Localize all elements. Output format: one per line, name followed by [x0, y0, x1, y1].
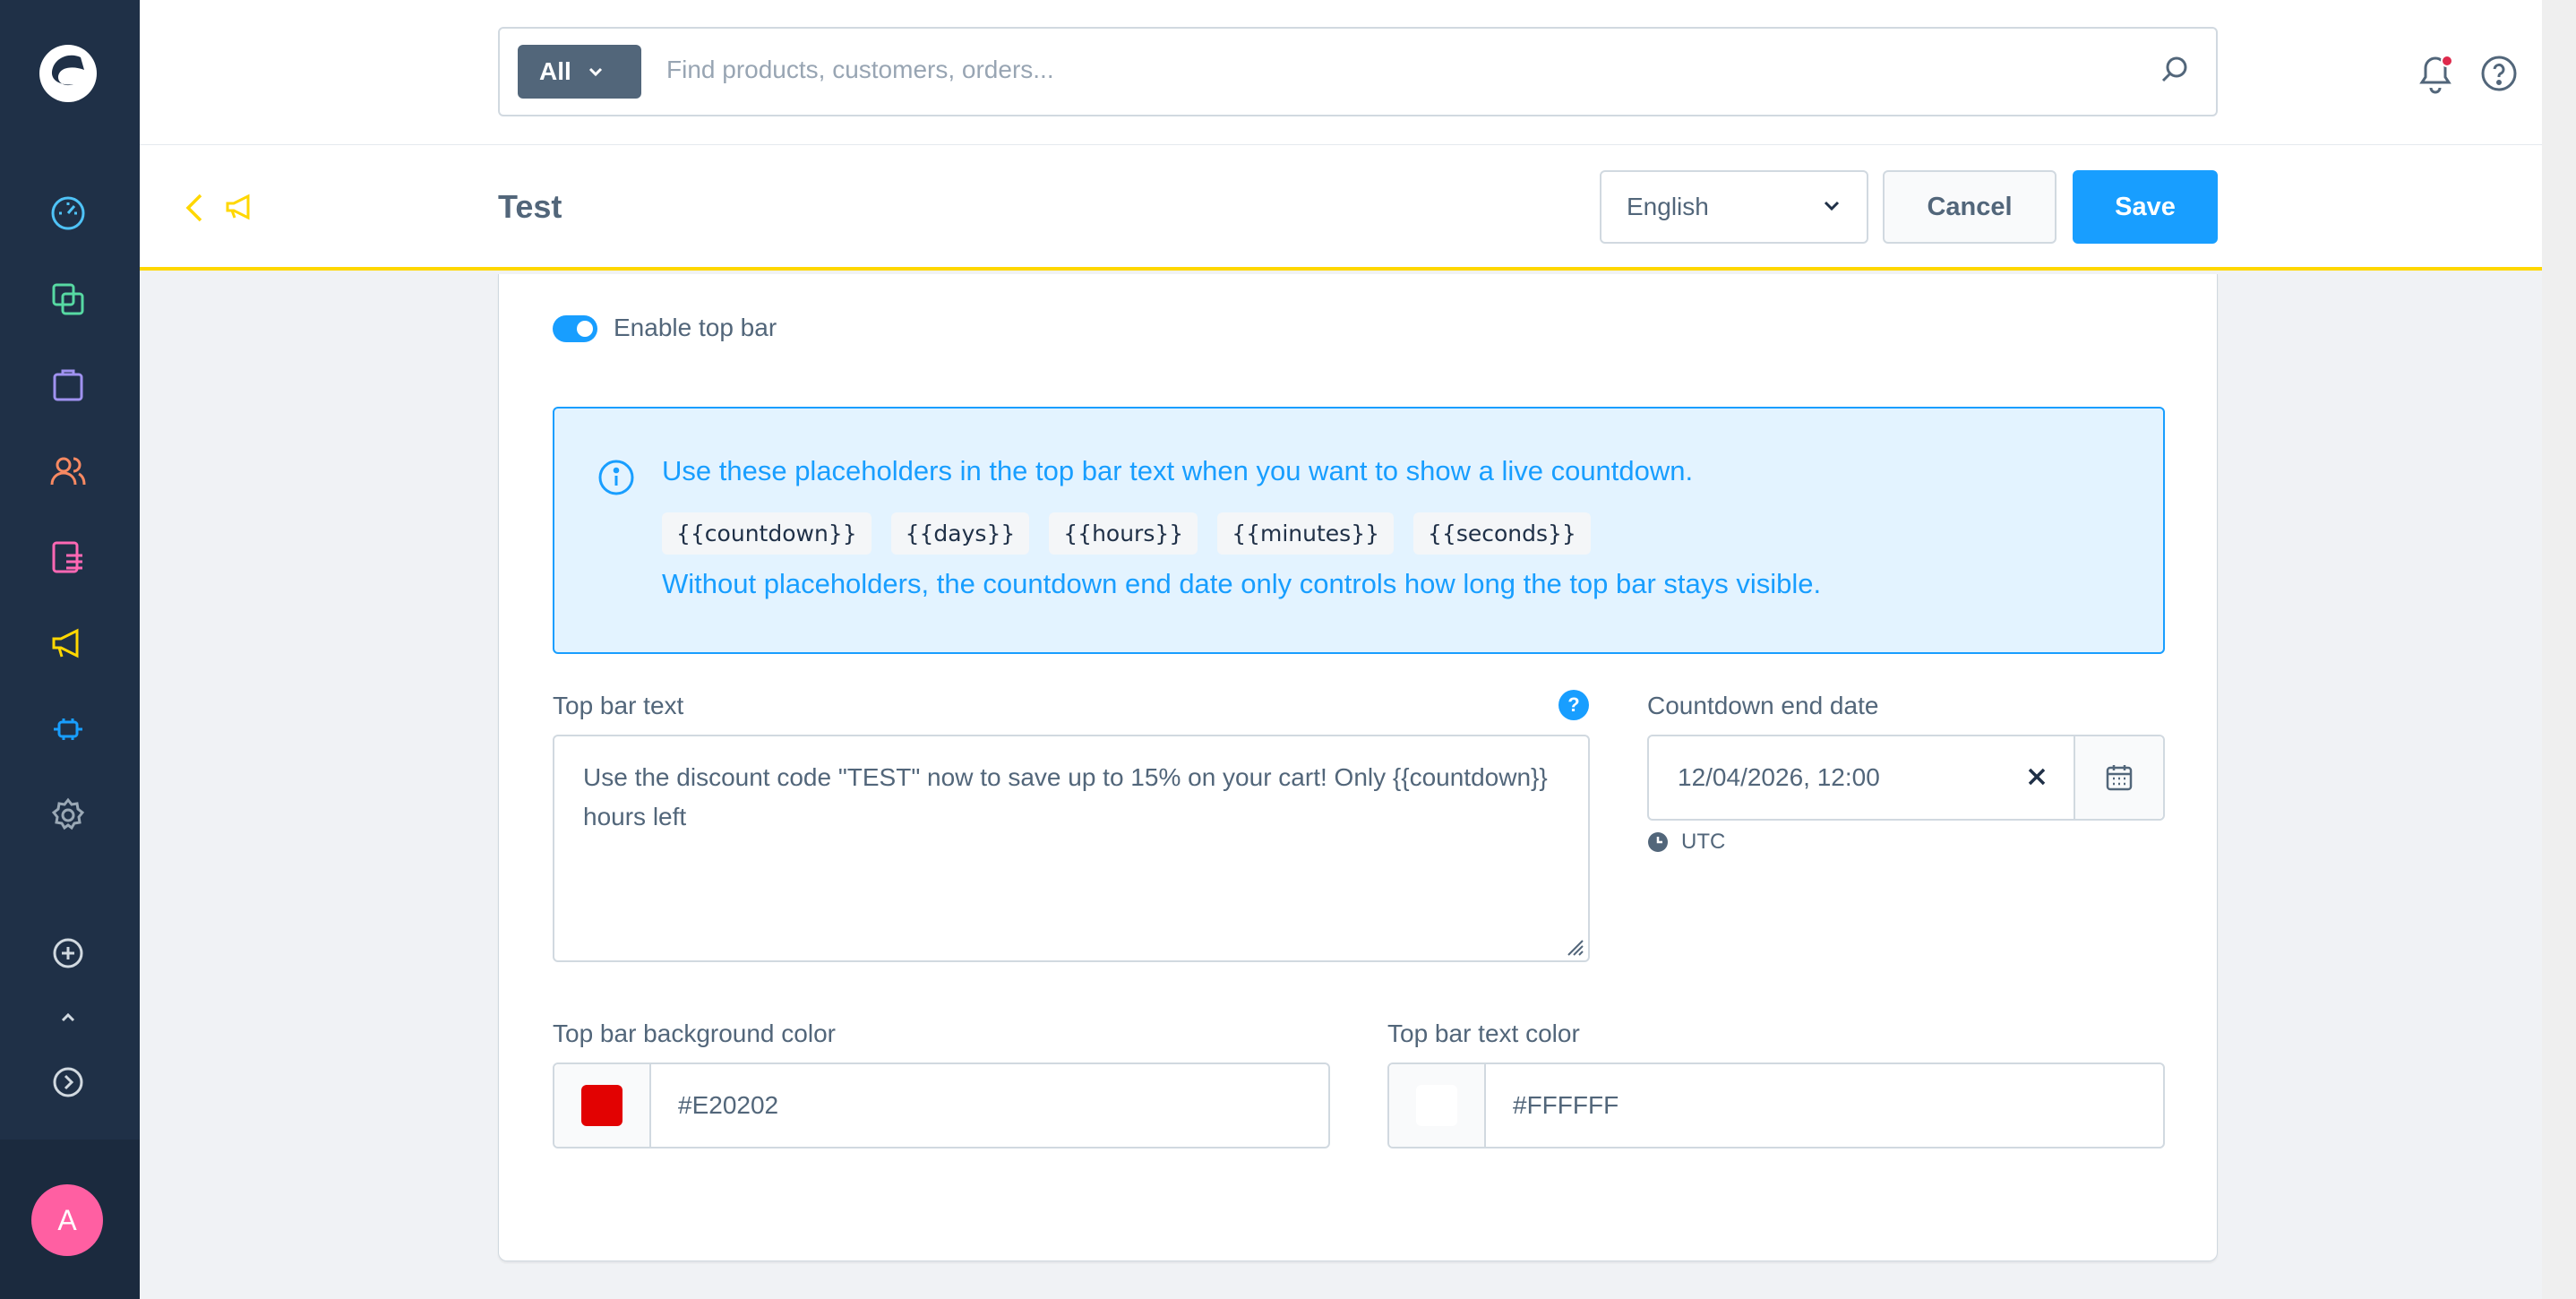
help-icon[interactable]: [2479, 54, 2519, 93]
add-icon[interactable]: [45, 930, 91, 976]
text-color-picker[interactable]: [1389, 1064, 1486, 1147]
placeholder-chip: {{hours}}: [1049, 512, 1198, 555]
marketing-icon[interactable]: [45, 620, 91, 667]
resize-handle-icon[interactable]: [1565, 937, 1584, 957]
placeholder-chip: {{minutes}}: [1217, 512, 1395, 555]
background-color-field[interactable]: #E20202: [553, 1062, 1330, 1148]
info-text-secondary: Without placeholders, the countdown end …: [662, 568, 1822, 599]
clear-icon[interactable]: [2023, 763, 2050, 790]
notification-bell-icon[interactable]: [2415, 52, 2456, 95]
countdown-end-date-label: Countdown end date: [1647, 692, 1879, 719]
back-chevron-icon[interactable]: [179, 190, 211, 226]
chevron-down-icon: [1824, 201, 1840, 211]
shopware-logo-icon[interactable]: [34, 39, 102, 108]
text-color-swatch: [1416, 1085, 1457, 1126]
info-text-primary: Use these placeholders in the top bar te…: [662, 455, 1694, 486]
top-bar-text-input[interactable]: Use the discount code "TEST" now to save…: [553, 735, 1590, 962]
cancel-button[interactable]: Cancel: [1883, 170, 2057, 244]
clock-icon: [1648, 832, 1668, 852]
orders-icon[interactable]: [45, 362, 91, 409]
save-button[interactable]: Save: [2073, 170, 2218, 244]
help-tooltip-icon[interactable]: ?: [1558, 690, 1589, 720]
placeholder-chip: {{seconds}}: [1413, 512, 1591, 555]
global-header: All Find products, customers, orders...: [140, 0, 2576, 145]
background-color-picker[interactable]: [554, 1064, 651, 1147]
top-bar-text-value: Use the discount code "TEST" now to save…: [583, 763, 1548, 830]
search-icon[interactable]: [2159, 54, 2191, 86]
enable-top-bar-label: Enable top bar: [614, 314, 777, 341]
top-bar-settings-card: Enable top bar Use these placeholders in…: [498, 274, 2218, 1261]
search-scope-dropdown[interactable]: All: [518, 45, 641, 99]
enable-top-bar-toggle[interactable]: [553, 315, 597, 342]
text-color-field[interactable]: #FFFFFF: [1387, 1062, 2165, 1148]
placeholder-chip-list: {{countdown}} {{days}} {{hours}} {{minut…: [662, 512, 1591, 555]
extensions-icon[interactable]: [45, 706, 91, 753]
global-search[interactable]: All Find products, customers, orders...: [498, 27, 2218, 116]
language-select-value: English: [1627, 193, 1709, 220]
search-scope-label: All: [539, 57, 571, 85]
page-title: Test: [498, 188, 562, 225]
admin-sidebar: A: [0, 0, 140, 1299]
countdown-end-date-value: 12/04/2026, 12:00: [1678, 763, 1880, 791]
timezone-hint: UTC: [1647, 830, 1725, 855]
timezone-label: UTC: [1681, 830, 1726, 854]
text-color-label: Top bar text color: [1387, 1019, 1580, 1047]
dashboard-icon[interactable]: [45, 190, 91, 237]
countdown-end-date-field[interactable]: 12/04/2026, 12:00: [1647, 735, 2165, 821]
info-icon: [598, 460, 634, 495]
catalog-icon[interactable]: [45, 276, 91, 323]
sidebar-user-area: A: [0, 1140, 140, 1299]
background-color-swatch: [581, 1085, 623, 1126]
top-bar-text-label: Top bar text: [553, 692, 684, 719]
calendar-button[interactable]: [2074, 736, 2163, 819]
search-input[interactable]: Find products, customers, orders...: [666, 56, 1054, 84]
toggle-knob: [577, 321, 593, 337]
background-color-value: #E20202: [678, 1091, 779, 1119]
smart-bar: Test English Cancel Save: [140, 145, 2576, 271]
placeholder-chip: {{countdown}}: [662, 512, 872, 555]
content-icon[interactable]: [45, 534, 91, 581]
next-icon[interactable]: [45, 1059, 91, 1105]
text-color-value: #FFFFFF: [1513, 1091, 1619, 1119]
window-edge: [2542, 0, 2576, 1299]
settings-icon[interactable]: [45, 792, 91, 839]
placeholder-chip: {{days}}: [890, 512, 1030, 555]
calendar-icon: [2106, 765, 2133, 791]
megaphone-icon: [226, 194, 250, 220]
placeholder-info-alert: Use these placeholders in the top bar te…: [553, 407, 2165, 654]
chevron-down-icon: [588, 67, 602, 77]
collapse-icon[interactable]: [45, 1009, 91, 1027]
customers-icon[interactable]: [45, 448, 91, 495]
language-select[interactable]: English: [1600, 170, 1868, 244]
background-color-label: Top bar background color: [553, 1019, 836, 1047]
avatar[interactable]: A: [31, 1184, 103, 1256]
